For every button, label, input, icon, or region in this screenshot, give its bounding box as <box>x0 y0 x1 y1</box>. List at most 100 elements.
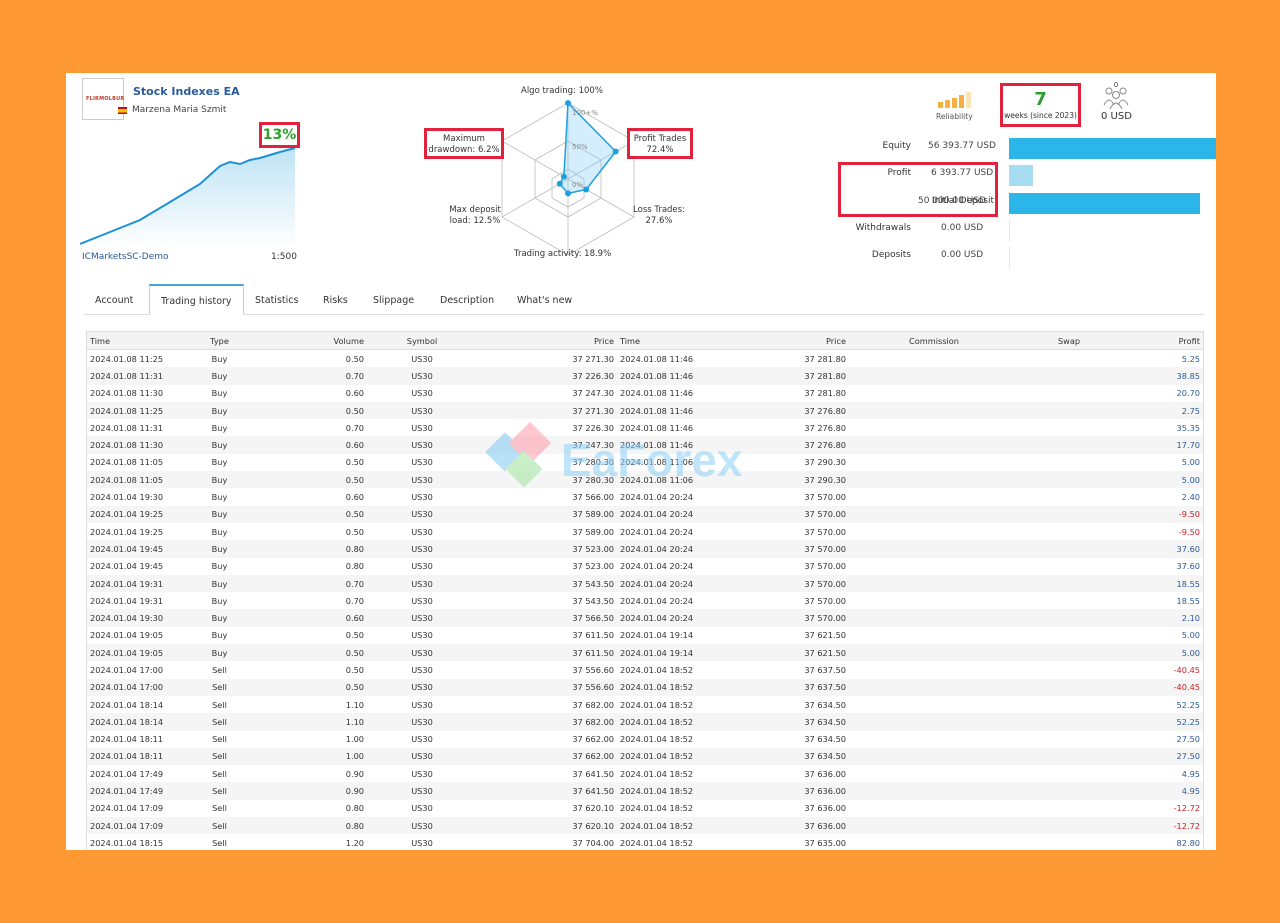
table-row: 2024.01.08 11:30 Buy 0.60 US30 37 247.30 2024… <box>87 385 1203 402</box>
tab-bar: Account Trading history Statistics Risks Sli… <box>84 284 1204 315</box>
table-row: 2024.01.04 17:00 Sell 0.50 US30 37 556.60 202… <box>87 661 1203 678</box>
cell-time: 2024.01.04 19:31 <box>90 595 164 606</box>
cell-price: 37 570.00 <box>717 505 849 523</box>
cell-swap <box>1019 696 1119 713</box>
column-header-type[interactable]: Type <box>187 332 252 350</box>
radar-label-max-drawdown: Maximum drawdown: 6.2% <box>424 128 504 159</box>
cell-time: 2024.01.04 19:14 <box>620 630 694 641</box>
cell-type: Sell <box>212 768 227 779</box>
weeks-count: 7 <box>1034 89 1047 110</box>
cell-type: Buy <box>211 353 228 364</box>
cell-price: 37 556.60 <box>477 678 617 696</box>
column-header-price[interactable]: Price <box>717 332 849 350</box>
cell-type: Buy <box>187 644 252 662</box>
stat-bar-profit <box>1009 165 1033 186</box>
radar-tick-100: 100+% <box>572 109 598 117</box>
radar-label-algo: Algo trading: 100% <box>521 86 603 96</box>
cell-price: 37 589.00 <box>572 526 614 537</box>
cell-volume: 0.90 <box>252 782 367 800</box>
cell-price: 37 523.00 <box>572 561 614 572</box>
cell-time: 2024.01.04 20:24 <box>617 609 717 627</box>
cell-type: Buy <box>211 630 228 641</box>
cell-profit: 82.80 <box>1176 837 1200 848</box>
cell-time: 2024.01.08 11:30 <box>90 388 164 399</box>
tab-account[interactable]: Account <box>84 284 144 314</box>
cell-time: 2024.01.04 19:25 <box>90 526 164 537</box>
subscribers-widget[interactable]: 0 <box>1101 81 1131 113</box>
column-header-time[interactable]: Time <box>87 332 187 350</box>
watermark: EaForex <box>481 418 901 502</box>
cell-symbol: US30 <box>411 803 433 814</box>
cell-volume: 0.80 <box>252 540 367 558</box>
cell-time: 2024.01.04 19:45 <box>90 561 164 572</box>
column-header-time[interactable]: Time <box>617 332 717 350</box>
cell-commission <box>849 592 1019 609</box>
cell-profit: -12.72 <box>1119 817 1203 835</box>
cell-time: 2024.01.04 19:30 <box>90 492 164 503</box>
stat-label-profit: Profit <box>887 168 911 178</box>
loss-trades-line2: 27.6% <box>645 216 673 226</box>
stat-value-equity: 56 393.77 USD <box>928 141 996 151</box>
cell-swap <box>1019 350 1119 368</box>
cell-price: 37 620.10 <box>572 803 614 814</box>
cell-symbol: US30 <box>411 630 433 641</box>
profit-trades-line2: 72.4% <box>646 145 674 155</box>
cell-time: 2024.01.04 18:52 <box>620 803 694 814</box>
cell-profit: 20.70 <box>1176 388 1200 399</box>
cell-symbol: US30 <box>367 471 477 489</box>
tab-trading-history[interactable]: Trading history <box>149 284 244 315</box>
column-header-commission[interactable]: Commission <box>849 332 1019 350</box>
radar-tick-0: 0% <box>572 181 583 189</box>
profit-trades-line1: Profit Trades <box>633 134 687 144</box>
spain-flag-icon <box>118 107 127 114</box>
cell-profit: 37.60 <box>1176 561 1200 572</box>
tab-slippage[interactable]: Slippage <box>362 284 425 314</box>
cell-price: 37 635.00 <box>804 837 846 848</box>
cell-profit: 5.00 <box>1181 630 1200 641</box>
column-header-swap[interactable]: Swap <box>1019 332 1119 350</box>
ea-title[interactable]: Stock Indexes EA <box>133 85 240 98</box>
cell-time: 2024.01.04 18:52 <box>617 678 717 696</box>
cell-time: 2024.01.04 19:25 <box>87 505 187 523</box>
stat-bar-equity <box>1009 138 1216 159</box>
author-name[interactable]: Marzena Maria Szmit <box>132 105 226 115</box>
tab-statistics[interactable]: Statistics <box>244 284 309 314</box>
radar-tick-50: 50% <box>572 143 588 151</box>
broker-server-link[interactable]: ICMarketsSC-Demo <box>82 252 169 262</box>
cell-price: 37 271.30 <box>572 353 614 364</box>
stat-value-withdrawals: 0.00 USD <box>941 223 984 233</box>
cell-commission <box>849 401 1019 420</box>
cell-symbol: US30 <box>367 713 477 731</box>
table-row: 2024.01.04 19:45 Buy 0.80 US30 37 523.00 2024… <box>87 558 1203 575</box>
cell-type: Sell <box>187 782 252 800</box>
cell-type: Buy <box>187 540 252 558</box>
cell-price: 37 570.00 <box>717 609 849 627</box>
cell-profit: 5.00 <box>1181 457 1200 468</box>
cell-time: 2024.01.04 18:52 <box>620 768 694 779</box>
cell-time: 2024.01.04 17:49 <box>90 768 164 779</box>
tab-what-s-new[interactable]: What's new <box>506 284 583 314</box>
cell-profit: 27.50 <box>1119 747 1203 766</box>
cell-price: 37 621.50 <box>804 630 846 641</box>
eaforex-watermark-logo: EaForex <box>485 421 743 488</box>
cell-swap <box>1019 436 1119 454</box>
cell-commission <box>849 609 1019 627</box>
cell-volume: 0.70 <box>345 422 364 433</box>
cell-time: 2024.01.04 17:00 <box>87 678 187 696</box>
column-header-symbol[interactable]: Symbol <box>367 332 477 350</box>
column-header-profit[interactable]: Profit <box>1119 332 1203 350</box>
weeks-label: weeks (since 2023) <box>1004 111 1077 120</box>
tab-description[interactable]: Description <box>429 284 505 314</box>
cell-volume: 1.00 <box>345 734 364 745</box>
tab-risks[interactable]: Risks <box>312 284 359 314</box>
cell-time: 2024.01.08 11:46 <box>620 353 694 364</box>
cell-commission <box>849 574 1019 593</box>
column-header-volume[interactable]: Volume <box>252 332 367 350</box>
stat-label-withdrawals: Withdrawals <box>855 223 911 233</box>
cell-symbol: US30 <box>411 388 433 399</box>
cell-swap <box>1019 834 1119 850</box>
cell-volume: 1.00 <box>252 747 367 766</box>
cell-profit: -40.45 <box>1119 678 1203 696</box>
cell-type: Sell <box>212 837 227 848</box>
column-header-price[interactable]: Price <box>477 332 617 350</box>
